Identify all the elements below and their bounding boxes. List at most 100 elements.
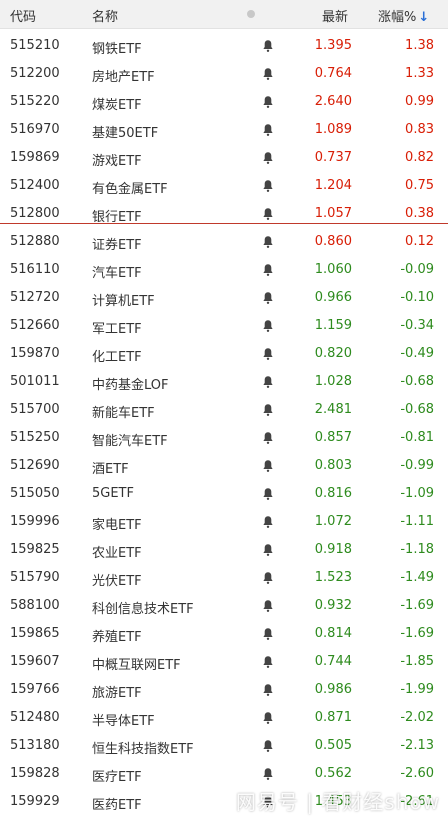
bell-icon[interactable] [262, 543, 274, 557]
header-price[interactable]: 最新 [322, 6, 348, 25]
row-name: 医疗ETF [92, 770, 142, 785]
row-price: 1.057 [314, 206, 352, 221]
table-row[interactable]: 512880 证券ETF 0.860 0.12 [0, 229, 448, 257]
row-change: -1.11 [400, 514, 434, 529]
table-row[interactable]: 159828 医疗ETF 0.562 -2.60 [0, 761, 448, 789]
table-row[interactable]: 159766 旅游ETF 0.986 -1.99 [0, 677, 448, 705]
table-row[interactable]: 516110 汽车ETF 1.060 -0.09 [0, 257, 448, 285]
table-row[interactable]: 515050 5GETF 0.816 -1.09 [0, 481, 448, 509]
row-code: 515050 [10, 486, 60, 501]
bell-icon[interactable] [262, 431, 274, 445]
row-change: 0.82 [405, 150, 434, 165]
bell-icon[interactable] [262, 571, 274, 585]
table-row[interactable]: 512660 军工ETF 1.159 -0.34 [0, 313, 448, 341]
table-row[interactable]: 512200 房地产ETF 0.764 1.33 [0, 61, 448, 89]
row-name: 钢铁ETF [92, 42, 142, 57]
header-code[interactable]: 代码 [10, 6, 36, 25]
table-row[interactable]: 515210 钢铁ETF 1.395 1.38 [0, 33, 448, 61]
bell-icon[interactable] [262, 67, 274, 81]
bell-icon[interactable] [262, 711, 274, 725]
bell-icon[interactable] [262, 291, 274, 305]
bell-icon[interactable] [262, 263, 274, 277]
row-code: 512400 [10, 178, 60, 193]
row-name: 农业ETF [92, 546, 142, 561]
table-row[interactable]: 159865 养殖ETF 0.814 -1.69 [0, 621, 448, 649]
bell-icon[interactable] [262, 123, 274, 137]
row-code: 515220 [10, 94, 60, 109]
row-code: 512200 [10, 66, 60, 81]
bell-icon[interactable] [262, 179, 274, 193]
bell-icon[interactable] [262, 627, 274, 641]
row-price: 1.395 [314, 38, 352, 53]
bell-icon[interactable] [262, 515, 274, 529]
row-price: 0.744 [314, 654, 352, 669]
bell-icon[interactable] [262, 39, 274, 53]
row-price: 0.803 [314, 458, 352, 473]
table-row[interactable]: 501011 中药基金LOF 1.028 -0.68 [0, 369, 448, 397]
table-header: 代码 名称 最新 涨幅% ↓ [0, 0, 448, 29]
row-price: 1.204 [314, 178, 352, 193]
row-price: 0.737 [314, 150, 352, 165]
table-row[interactable]: 515700 新能车ETF 2.481 -0.68 [0, 397, 448, 425]
row-price: 0.986 [314, 682, 352, 697]
bell-icon[interactable] [262, 767, 274, 781]
row-name: 基建50ETF [92, 126, 159, 141]
bell-icon[interactable] [262, 347, 274, 361]
row-change: -0.34 [400, 318, 434, 333]
row-name: 游戏ETF [92, 154, 142, 169]
bell-icon[interactable] [262, 599, 274, 613]
bell-icon[interactable] [262, 655, 274, 669]
row-name: 汽车ETF [92, 266, 142, 281]
table-row[interactable]: 159870 化工ETF 0.820 -0.49 [0, 341, 448, 369]
table-row[interactable]: 512800 银行ETF 1.057 0.38 [0, 201, 448, 229]
bell-icon[interactable] [262, 319, 274, 333]
bell-icon[interactable] [262, 235, 274, 249]
table-row[interactable]: 159869 游戏ETF 0.737 0.82 [0, 145, 448, 173]
table-row[interactable]: 588100 科创信息技术ETF 0.932 -1.69 [0, 593, 448, 621]
table-row[interactable]: 512480 半导体ETF 0.871 -2.02 [0, 705, 448, 733]
table-row[interactable]: 512720 计算机ETF 0.966 -0.10 [0, 285, 448, 313]
header-change-sort[interactable]: 涨幅% ↓ [378, 6, 429, 25]
row-code: 159766 [10, 682, 60, 697]
table-row[interactable]: 515250 智能汽车ETF 0.857 -0.81 [0, 425, 448, 453]
bell-icon[interactable] [262, 95, 274, 109]
table-row[interactable]: 513180 恒生科技指数ETF 0.505 -2.13 [0, 733, 448, 761]
bell-icon[interactable] [262, 403, 274, 417]
table-row[interactable]: 159607 中概互联网ETF 0.744 -1.85 [0, 649, 448, 677]
bell-icon[interactable] [262, 375, 274, 389]
row-code: 159996 [10, 514, 60, 529]
bell-icon[interactable] [262, 487, 274, 501]
table-row[interactable]: 515220 煤炭ETF 2.640 0.99 [0, 89, 448, 117]
table-row[interactable]: 515790 光伏ETF 1.523 -1.49 [0, 565, 448, 593]
row-code: 159870 [10, 346, 60, 361]
row-price: 1.072 [314, 514, 352, 529]
row-name: 证券ETF [92, 238, 142, 253]
header-name[interactable]: 名称 [92, 6, 118, 25]
table-row[interactable]: 516970 基建50ETF 1.089 0.83 [0, 117, 448, 145]
row-code: 513180 [10, 738, 60, 753]
table-row[interactable]: 159825 农业ETF 0.918 -1.18 [0, 537, 448, 565]
row-name: 有色金属ETF [92, 182, 168, 197]
etf-list: 515210 钢铁ETF 1.395 1.38 512200 房地产ETF 0.764 1.3… [0, 33, 448, 817]
bell-icon[interactable] [262, 459, 274, 473]
row-price: 0.816 [314, 486, 352, 501]
bell-icon[interactable] [262, 151, 274, 165]
dot-icon[interactable] [247, 10, 255, 18]
bell-icon[interactable] [262, 739, 274, 753]
row-code: 159828 [10, 766, 60, 781]
row-price: 0.860 [314, 234, 352, 249]
row-code: 512880 [10, 234, 60, 249]
row-name: 半导体ETF [92, 714, 155, 729]
row-change: -1.09 [400, 486, 434, 501]
row-name: 5GETF [92, 486, 134, 501]
row-code: 159929 [10, 794, 60, 809]
row-price: 0.932 [314, 598, 352, 613]
row-code: 159869 [10, 150, 60, 165]
bell-icon[interactable] [262, 207, 274, 221]
row-code: 159825 [10, 542, 60, 557]
row-code: 512480 [10, 710, 60, 725]
bell-icon[interactable] [262, 683, 274, 697]
table-row[interactable]: 512690 酒ETF 0.803 -0.99 [0, 453, 448, 481]
table-row[interactable]: 512400 有色金属ETF 1.204 0.75 [0, 173, 448, 201]
table-row[interactable]: 159996 家电ETF 1.072 -1.11 [0, 509, 448, 537]
